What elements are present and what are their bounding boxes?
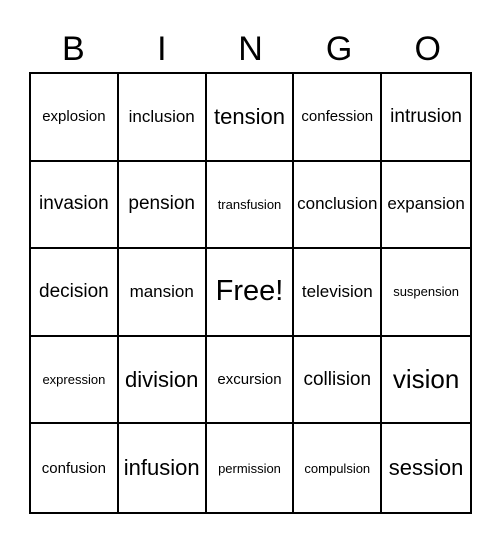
bingo-cell[interactable]: inclusion [118,74,207,162]
bingo-cell[interactable]: explosion [31,74,119,162]
bingo-board: explosion inclusion tension confession i… [29,72,472,514]
bingo-cell[interactable]: vision [382,337,470,425]
bingo-cell[interactable]: expression [31,336,119,425]
bingo-cell[interactable]: session [382,424,470,512]
bingo-cell[interactable]: expansion [382,162,470,250]
header-letter-b: B [61,30,85,68]
bingo-cell[interactable]: invasion [31,161,119,250]
free-space-cell[interactable]: Free! [206,249,295,337]
bingo-cell[interactable]: decision [31,249,119,337]
bingo-header: B I N G O [29,26,472,72]
bingo-cell[interactable]: confusion [31,424,119,512]
bingo-cell[interactable]: confession [294,74,383,162]
bingo-cell[interactable]: intrusion [382,74,470,162]
bingo-cell[interactable]: compulsion [294,424,383,512]
header-letter-o: O [414,30,441,68]
bingo-cell[interactable]: collision [294,336,383,425]
bingo-cell[interactable]: excursion [206,336,295,425]
bingo-cell[interactable]: television [294,249,383,337]
bingo-cell[interactable]: suspension [382,249,470,337]
header-letter-n: N [238,30,263,68]
bingo-cell[interactable]: tension [206,74,295,162]
bingo-cell[interactable]: transfusion [206,161,295,250]
bingo-cell[interactable]: mansion [118,249,207,337]
bingo-cell[interactable]: division [118,336,207,425]
header-letter-i: I [157,30,167,68]
bingo-cell[interactable]: permission [207,424,295,512]
bingo-cell[interactable]: pension [118,161,207,250]
bingo-cell[interactable]: infusion [119,424,207,512]
header-letter-g: G [325,30,353,68]
bingo-cell[interactable]: conclusion [294,161,383,250]
